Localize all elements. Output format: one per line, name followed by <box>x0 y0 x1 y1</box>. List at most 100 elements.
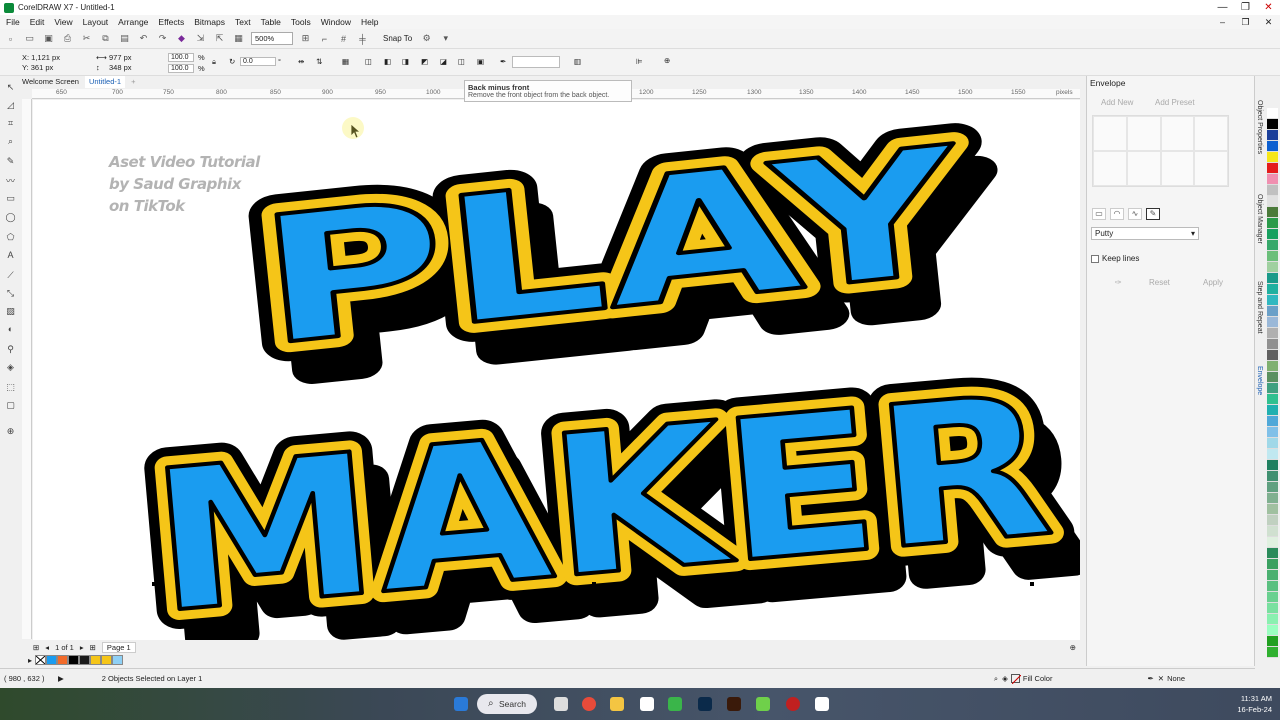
new-document-icon[interactable]: ▫ <box>4 33 17 45</box>
swatch[interactable] <box>79 655 91 665</box>
object-height[interactable]: 348 px <box>109 63 132 72</box>
palette-swatch[interactable] <box>1267 108 1278 119</box>
palette-swatch[interactable] <box>1267 504 1278 515</box>
capcut-icon[interactable] <box>640 697 654 711</box>
keep-lines-checkbox[interactable] <box>1091 254 1099 263</box>
menu-file[interactable]: File <box>6 17 20 27</box>
open-icon[interactable]: ▭ <box>23 33 36 45</box>
copy-icon[interactable]: ⧉ <box>99 33 112 45</box>
swatch[interactable] <box>46 655 58 665</box>
vertical-ruler[interactable] <box>22 99 32 639</box>
palette-swatch[interactable] <box>1267 174 1278 185</box>
palette-swatch[interactable] <box>1267 405 1278 416</box>
palette-swatch[interactable] <box>1267 559 1278 570</box>
menu-text[interactable]: Text <box>235 17 251 27</box>
palette-swatch[interactable] <box>1267 284 1278 295</box>
file-explorer-icon[interactable] <box>610 697 624 711</box>
zoom-icon[interactable]: ⌕ <box>994 674 998 684</box>
preset-cell[interactable] <box>1126 151 1161 186</box>
weld-icon[interactable]: ◫ <box>365 57 372 66</box>
scale-y-input[interactable]: 100.0 <box>168 64 194 73</box>
tab-object-manager[interactable]: Object Manager <box>1256 194 1263 244</box>
preset-cell[interactable] <box>1126 116 1161 151</box>
rectangle-tool-icon[interactable]: ▭ <box>4 193 17 204</box>
menu-layout[interactable]: Layout <box>83 17 109 27</box>
swatch[interactable] <box>101 655 113 665</box>
tab-untitled-1[interactable]: Untitled-1 <box>84 76 126 88</box>
palette-swatch[interactable] <box>1267 394 1278 405</box>
outline-pen-icon[interactable]: ✒ <box>500 57 506 66</box>
palette-swatch[interactable] <box>1267 185 1278 196</box>
pick-tool-icon[interactable]: ↖ <box>4 82 17 93</box>
add-preset-button[interactable]: Add Preset <box>1155 98 1195 107</box>
zoom-level-select[interactable]: 500% <box>251 32 293 45</box>
crop-tool-icon[interactable]: ⌗ <box>4 118 17 129</box>
first-page-icon[interactable]: ⊞ <box>33 643 39 652</box>
redo-icon[interactable]: ↷ <box>156 33 169 45</box>
save-icon[interactable]: ▣ <box>42 33 55 45</box>
zoom-tool-icon[interactable]: ⌕ <box>4 136 17 147</box>
restore-button[interactable]: ❐ <box>1234 0 1257 15</box>
illustrator-icon[interactable] <box>727 697 741 711</box>
interactive-fill-tool-icon[interactable]: ◈ <box>4 362 17 373</box>
search-content-icon[interactable]: ◆ <box>175 33 188 45</box>
palette-swatch[interactable] <box>1267 614 1278 625</box>
outline-width-select[interactable] <box>512 56 560 68</box>
polygon-tool-icon[interactable]: ⬠ <box>4 232 17 243</box>
text-tool-icon[interactable]: A <box>4 250 17 261</box>
menu-view[interactable]: View <box>54 17 72 27</box>
palette-swatch[interactable] <box>1267 427 1278 438</box>
menu-arrange[interactable]: Arrange <box>118 17 148 27</box>
eyedropper-tool-icon[interactable]: ⚲ <box>4 344 17 355</box>
full-screen-icon[interactable]: ⊞ <box>299 33 312 45</box>
group-icon[interactable]: ▦ <box>342 57 349 66</box>
doc-minimize-button[interactable]: – <box>1211 17 1234 28</box>
recorder-icon[interactable] <box>786 697 800 711</box>
trim-icon[interactable]: ◧ <box>384 57 391 66</box>
keep-lines-option[interactable]: Keep lines <box>1091 254 1139 263</box>
preset-cell[interactable] <box>1194 151 1228 186</box>
prev-page-icon[interactable]: ◂ <box>45 643 49 652</box>
palette-swatch[interactable] <box>1267 119 1278 130</box>
palette-swatch[interactable] <box>1267 493 1278 504</box>
tab-welcome-screen[interactable]: Welcome Screen <box>18 76 83 88</box>
x-position[interactable]: X: 1,121 px <box>22 53 60 62</box>
menu-tools[interactable]: Tools <box>291 17 311 27</box>
menu-bitmaps[interactable]: Bitmaps <box>194 17 225 27</box>
chrome-icon[interactable] <box>582 697 596 711</box>
rotation-angle-input[interactable]: 0.0 <box>240 57 276 66</box>
zoom-navigator-icon[interactable]: ⊕ <box>1070 643 1076 652</box>
export-icon[interactable]: ⇱ <box>213 33 226 45</box>
fill-swatch[interactable] <box>1010 674 1021 684</box>
snap-to-dropdown[interactable]: Snap To <box>383 34 412 43</box>
transparency-tool-icon[interactable]: ◐ <box>4 324 17 335</box>
palette-swatch[interactable] <box>1267 460 1278 471</box>
preset-cell[interactable] <box>1160 151 1195 186</box>
options-icon[interactable]: ⚙ <box>420 33 433 45</box>
palette-swatch[interactable] <box>1267 163 1278 174</box>
new-tab-icon[interactable]: + <box>127 76 139 88</box>
palette-swatch[interactable] <box>1267 240 1278 251</box>
palette-swatch[interactable] <box>1267 581 1278 592</box>
align-icon[interactable]: ⊫ <box>636 57 643 66</box>
freehand-tool-icon[interactable]: ✎ <box>4 156 17 167</box>
object-width[interactable]: 977 px <box>109 53 132 62</box>
last-page-icon[interactable]: ⊞ <box>90 643 96 652</box>
front-minus-back-icon[interactable]: ◪ <box>440 57 447 66</box>
next-page-icon[interactable]: ▸ <box>80 643 84 652</box>
photoshop-icon[interactable] <box>698 697 712 711</box>
show-grid-icon[interactable]: # <box>337 33 350 45</box>
shape-tool-icon[interactable]: ◿ <box>4 100 17 111</box>
swatch[interactable] <box>112 655 124 665</box>
menu-edit[interactable]: Edit <box>30 17 45 27</box>
ellipse-tool-icon[interactable]: ◯ <box>4 212 17 223</box>
parallel-dimension-tool-icon[interactable]: ⟋ <box>4 270 17 281</box>
preset-cell[interactable] <box>1194 116 1228 151</box>
capcut-2-icon[interactable] <box>815 697 829 711</box>
palette-swatch[interactable] <box>1267 152 1278 163</box>
palette-swatch[interactable] <box>1267 273 1278 284</box>
palette-swatch[interactable] <box>1267 647 1278 658</box>
palette-swatch[interactable] <box>1267 229 1278 240</box>
add-tool-icon[interactable]: ⊕ <box>4 426 17 437</box>
intersect-icon[interactable]: ◨ <box>402 57 409 66</box>
